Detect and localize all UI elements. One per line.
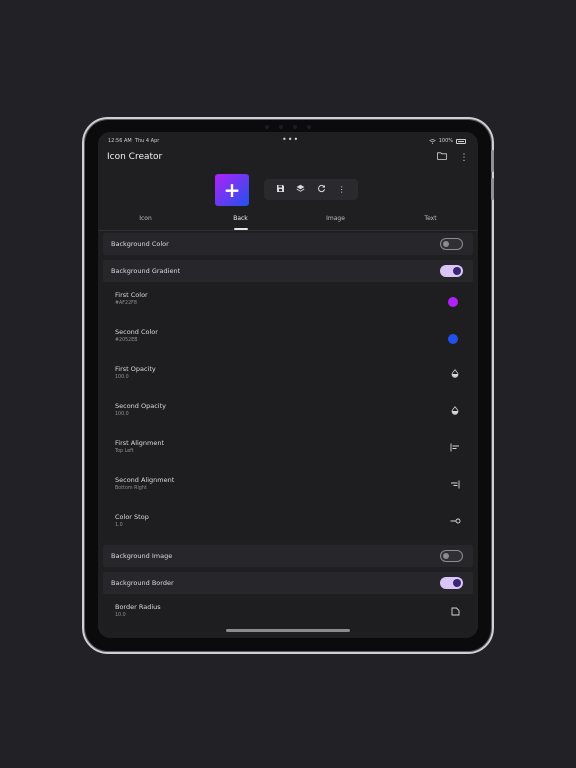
background-color-toggle[interactable] — [440, 238, 463, 250]
tab-image[interactable]: Image — [288, 212, 383, 230]
second-alignment-row[interactable]: Second Alignment Bottom Right — [103, 468, 473, 505]
wifi-icon — [428, 138, 436, 144]
first-color-row[interactable]: First Color #AF22F8 — [103, 283, 473, 320]
home-indicator[interactable] — [226, 629, 350, 632]
background-image-row[interactable]: Background Image — [103, 545, 473, 567]
row-value: Top Left — [115, 449, 134, 454]
refresh-icon[interactable] — [315, 184, 327, 196]
row-label: First Alignment — [115, 439, 165, 447]
icon-toolbar: ⋮ — [264, 179, 358, 200]
border-radius-icon[interactable] — [449, 607, 461, 619]
app-header: Icon Creator ⋮ — [98, 150, 478, 172]
background-border-toggle[interactable] — [440, 577, 463, 589]
plus-icon: + — [223, 178, 241, 202]
color-stop-icon[interactable] — [449, 517, 461, 529]
row-label: Background Color — [111, 240, 169, 248]
opacity-icon[interactable] — [449, 406, 461, 418]
tab-icon[interactable]: Icon — [98, 212, 193, 230]
opacity-icon[interactable] — [449, 369, 461, 381]
layers-icon[interactable] — [295, 184, 307, 196]
align-right-icon[interactable] — [449, 480, 461, 492]
row-value: 10.0 — [115, 613, 126, 618]
tab-bar: Icon Back Image Text — [98, 212, 478, 230]
row-label: Background Gradient — [111, 267, 181, 275]
background-border-row[interactable]: Background Border — [103, 572, 473, 594]
background-gradient-row[interactable]: Background Gradient — [103, 260, 473, 282]
row-label: Color Stop — [115, 513, 149, 521]
second-color-swatch[interactable] — [448, 334, 458, 344]
row-value: 100.0 — [115, 412, 129, 417]
row-label: First Opacity — [115, 365, 156, 373]
tab-divider — [98, 230, 478, 231]
folder-icon[interactable] — [436, 152, 448, 164]
row-label: Background Border — [111, 579, 174, 587]
second-opacity-row[interactable]: Second Opacity 100.0 — [103, 394, 473, 431]
tab-back[interactable]: Back — [193, 212, 288, 230]
first-color-swatch[interactable] — [448, 297, 458, 307]
row-value: Bottom Right — [115, 486, 147, 491]
row-value: #AF22F8 — [115, 301, 137, 306]
tab-text[interactable]: Text — [383, 212, 478, 230]
row-label: Second Color — [115, 328, 158, 336]
row-label: Second Opacity — [115, 402, 166, 410]
row-label: Border Radius — [115, 603, 161, 611]
page-title: Icon Creator — [107, 152, 163, 162]
more-vert-icon[interactable]: ⋮ — [458, 152, 470, 164]
row-label: First Color — [115, 291, 148, 299]
save-icon[interactable] — [274, 184, 286, 196]
battery-percent: 100% — [438, 138, 453, 144]
icon-preview[interactable]: + — [215, 174, 249, 206]
volume-button — [491, 150, 494, 172]
volume-button-2 — [491, 178, 494, 200]
color-stop-row[interactable]: Color Stop 1.0 — [103, 505, 473, 542]
row-label: Background Image — [111, 552, 173, 560]
camera-bar — [258, 124, 318, 130]
row-value: #2052EB — [115, 338, 138, 343]
row-value: 100.0 — [115, 375, 129, 380]
align-left-icon[interactable] — [449, 443, 461, 455]
first-opacity-row[interactable]: First Opacity 100.0 — [103, 357, 473, 394]
status-bar: 12:56 AM Thu 4 Apr ••• 100% — [98, 132, 478, 150]
first-alignment-row[interactable]: First Alignment Top Left — [103, 431, 473, 468]
status-time: 12:56 AM Thu 4 Apr — [108, 138, 160, 144]
multitasking-dots[interactable]: ••• — [282, 135, 299, 144]
row-value: 1.0 — [115, 523, 123, 528]
battery-icon — [456, 138, 466, 144]
background-color-row[interactable]: Background Color — [103, 233, 473, 255]
more-vert-icon[interactable]: ⋮ — [336, 184, 348, 196]
app-screen: 12:56 AM Thu 4 Apr ••• 100% Icon Creator… — [98, 132, 478, 638]
background-image-toggle[interactable] — [440, 550, 463, 562]
background-gradient-toggle[interactable] — [440, 265, 463, 277]
row-label: Second Alignment — [115, 476, 175, 484]
border-radius-row[interactable]: Border Radius 10.0 — [103, 595, 473, 632]
second-color-row[interactable]: Second Color #2052EB — [103, 320, 473, 357]
